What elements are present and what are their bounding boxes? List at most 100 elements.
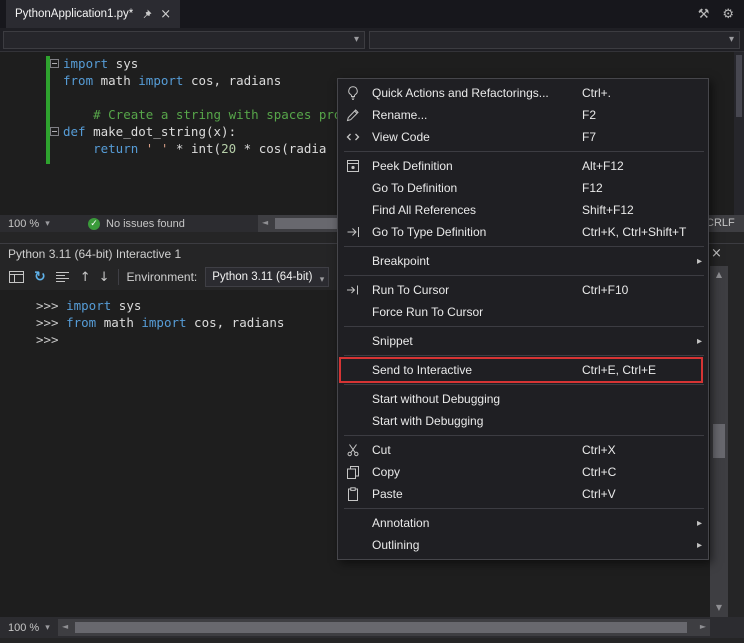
tab-active-document[interactable]: PythonApplication1.py* × [6,0,180,28]
scroll-left-icon[interactable]: ◄ [62,623,68,631]
document-health-indicator[interactable]: ✓ No issues found [88,216,185,231]
tab-title: PythonApplication1.py* [15,8,133,20]
toolbar-separator [118,269,119,285]
context-menu: Quick Actions and Refactorings...Ctrl+.R… [337,78,709,560]
menu-item-shortcut: F2 [582,108,708,122]
code-token: import [141,315,186,330]
view-code-icon [338,129,368,145]
scroll-down-icon[interactable]: ▼ [710,604,728,612]
interactive-status-bar: 100 % ▾ ◄ ► [0,617,744,638]
code-line: def make_dot_string(x): [63,123,364,140]
editor-vertical-scrollbar[interactable] [734,52,744,215]
chevron-down-icon: ▾ [45,623,50,633]
menu-item-outlining[interactable]: Outlining ▸ [338,534,708,556]
environment-value: Python 3.11 (64-bit) [212,271,312,283]
submenu-arrow-icon: ▸ [692,256,708,267]
pin-icon[interactable] [140,8,153,21]
interactive-horizontal-scrollbar[interactable]: ◄ ► [58,619,710,636]
code-fold-toggle[interactable] [50,127,59,136]
scroll-up-icon[interactable]: ▲ [710,271,728,279]
chevron-down-icon: ▾ [320,271,325,287]
menu-item-run-to-cursor[interactable]: Run To CursorCtrl+F10 [338,279,708,301]
menu-item-shortcut: Ctrl+V [582,487,708,501]
code-line: # Create a string with spaces propor [63,106,364,123]
panel-close-icon[interactable]: × [711,246,722,261]
reset-session-icon[interactable]: ↻ [34,270,46,284]
menu-item-copy[interactable]: CopyCtrl+C [338,461,708,483]
menu-item-find-all-references[interactable]: Find All ReferencesShift+F12 [338,199,708,221]
type-navigation-dropdown[interactable]: ▾ [3,31,365,49]
code-line: from math import cos, radians [63,72,364,89]
environment-label: Environment: [127,270,198,284]
menu-item-rename[interactable]: Rename...F2 [338,104,708,126]
scroll-right-icon[interactable]: ► [700,623,706,631]
scroll-left-icon[interactable]: ◄ [262,219,268,227]
interactive-zoom-control[interactable]: 100 % ▾ [8,620,50,635]
menu-separator [344,508,704,509]
menu-item-paste[interactable]: PasteCtrl+V [338,483,708,505]
menu-item-label: View Code [368,130,582,144]
history-next-icon[interactable]: ↓ [99,271,110,284]
code-token: sys [111,298,141,313]
code-token: cos, radians [187,315,285,330]
submenu-arrow-icon: ▸ [692,518,708,529]
menu-item-annotation[interactable]: Annotation ▸ [338,512,708,534]
code-token: ' ' [146,141,169,156]
menu-item-shortcut: Shift+F12 [582,203,708,217]
submenu-arrow-icon: ▸ [692,540,708,551]
interactive-window-icon[interactable] [8,269,26,285]
code-fold-toggle[interactable] [50,59,59,68]
tab-close-icon[interactable]: × [160,8,171,21]
track-changes-indicator [46,56,50,164]
menu-item-send-to-interactive[interactable]: Send to InteractiveCtrl+E, Ctrl+E [338,359,708,381]
menu-separator [344,246,704,247]
menu-item-go-to-type-definition[interactable]: Go To Type DefinitionCtrl+K, Ctrl+Shift+… [338,221,708,243]
member-navigation-dropdown[interactable]: ▾ [369,31,740,49]
tab-bar: PythonApplication1.py* × ⚒ ⚙ [0,0,744,28]
editor-zoom-control[interactable]: 100 % ▾ [8,216,50,231]
menu-item-go-to-definition[interactable]: Go To DefinitionF12 [338,177,708,199]
environment-combobox[interactable]: Python 3.11 (64-bit) ▾ [205,267,329,287]
peek-definition-icon [338,158,368,174]
interactive-code-lines: >>> import sys>>> from math import cos, … [36,297,284,348]
interactive-vertical-scrollbar[interactable]: ▲ ▼ [710,266,728,617]
menu-item-label: Outlining [368,538,582,552]
code-token: >>> [36,298,66,313]
tools-icon[interactable]: ⚒ [698,7,710,22]
menu-separator [344,355,704,356]
menu-item-shortcut: Ctrl+K, Ctrl+Shift+T [582,225,708,239]
menu-item-start-without-debugging[interactable]: Start without Debugging [338,388,708,410]
gear-icon[interactable]: ⚙ [722,7,734,22]
go-to-type-definition-icon [338,224,368,240]
code-line [63,89,364,106]
menu-item-label: Annotation [368,516,582,530]
code-token: def [63,124,86,139]
submenu-arrow-icon: ▸ [692,336,708,347]
menu-item-quick-actions-and-refactorings[interactable]: Quick Actions and Refactorings...Ctrl+. [338,82,708,104]
menu-item-peek-definition[interactable]: Peek DefinitionAlt+F12 [338,155,708,177]
code-token: from [63,73,93,88]
menu-item-snippet[interactable]: Snippet▸ [338,330,708,352]
scrollbar-thumb[interactable] [713,424,725,458]
menu-item-label: Force Run To Cursor [368,305,582,319]
menu-item-view-code[interactable]: View CodeF7 [338,126,708,148]
code-token [138,141,146,156]
chevron-down-icon: ▾ [45,219,50,229]
menu-item-breakpoint[interactable]: Breakpoint▸ [338,250,708,272]
menu-separator [344,384,704,385]
chevron-down-icon: ▾ [354,34,359,45]
cut-icon [338,442,368,458]
history-previous-icon[interactable]: ↑ [80,271,91,284]
code-line: >>> import sys [36,297,284,314]
menu-item-force-run-to-cursor[interactable]: Force Run To Cursor [338,301,708,323]
scrollbar-thumb[interactable] [75,622,687,633]
menu-item-start-with-debugging[interactable]: Start with Debugging [338,410,708,432]
code-token: import [138,73,183,88]
editor-code-lines: import sysfrom math import cos, radians … [63,55,364,157]
scrollbar-thumb[interactable] [736,55,742,117]
menu-item-cut[interactable]: CutCtrl+X [338,439,708,461]
clear-screen-icon[interactable] [54,269,72,285]
code-token: from [66,315,96,330]
chevron-down-icon: ▾ [729,34,734,45]
code-token: math [93,73,138,88]
